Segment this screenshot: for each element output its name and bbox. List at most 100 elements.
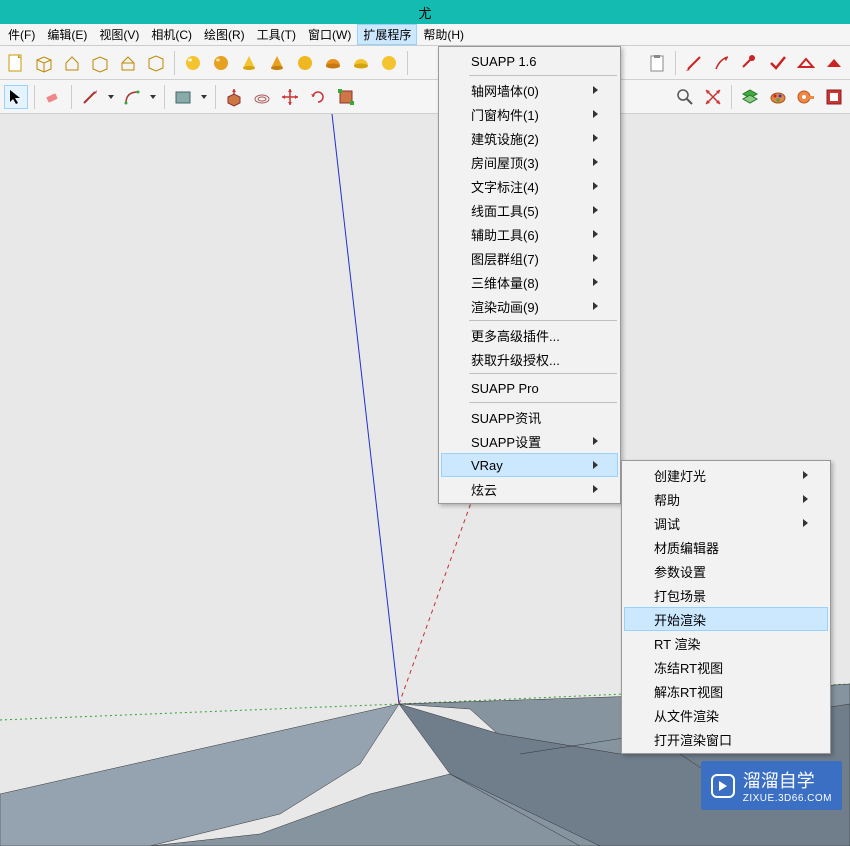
- tape-red-icon[interactable]: [738, 51, 762, 75]
- arc-icon[interactable]: [120, 85, 144, 109]
- menu-item-label: 从文件渲染: [654, 706, 719, 725]
- menu-item[interactable]: 冻结RT视图: [624, 655, 828, 679]
- menu-item[interactable]: VRay: [441, 453, 618, 477]
- clipboard-icon[interactable]: [645, 51, 669, 75]
- menu-item[interactable]: 门窗构件(1): [441, 102, 618, 126]
- dome1-icon[interactable]: [321, 51, 345, 75]
- menu-item[interactable]: 材质编辑器: [624, 535, 828, 559]
- menu-item[interactable]: 打开渲染窗口: [624, 727, 828, 751]
- menu-item-label: 获取升级授权...: [471, 350, 560, 369]
- menu-item[interactable]: 图层群组(7): [441, 246, 618, 270]
- box-icon[interactable]: [32, 51, 56, 75]
- roof2-icon[interactable]: [822, 51, 846, 75]
- zoom-extents-icon[interactable]: [701, 85, 725, 109]
- search-icon[interactable]: [673, 85, 697, 109]
- menu-item-label: 轴网墙体(0): [471, 81, 539, 100]
- submenu-arrow-icon: [593, 158, 598, 166]
- play-icon: [711, 774, 735, 798]
- paint-icon[interactable]: [766, 85, 790, 109]
- menu-item[interactable]: SUAPP资讯: [441, 405, 618, 429]
- component-icon[interactable]: [822, 85, 846, 109]
- pencil-icon[interactable]: [78, 85, 102, 109]
- menu-separator: [469, 402, 617, 403]
- dropdown-icon[interactable]: [106, 85, 116, 109]
- box3-icon[interactable]: [144, 51, 168, 75]
- pushpull-icon[interactable]: [222, 85, 246, 109]
- menu-item[interactable]: 三维体量(8): [441, 270, 618, 294]
- menu-item[interactable]: SUAPP设置: [441, 429, 618, 453]
- arrow-red-icon[interactable]: [710, 51, 734, 75]
- file-icon[interactable]: [4, 51, 28, 75]
- menu-item[interactable]: 线面工具(5): [441, 198, 618, 222]
- menu-item[interactable]: 从文件渲染: [624, 703, 828, 727]
- submenu-arrow-icon: [803, 471, 808, 479]
- menu-item[interactable]: 调试: [624, 511, 828, 535]
- dropdown-icon[interactable]: [148, 85, 158, 109]
- menu-item[interactable]: 更多高级插件...: [441, 323, 618, 347]
- menu-item[interactable]: 房间屋顶(3): [441, 150, 618, 174]
- menu-separator: [469, 75, 617, 76]
- menu-item[interactable]: RT 渲染: [624, 631, 828, 655]
- pencil-red-icon[interactable]: [682, 51, 706, 75]
- menu-item[interactable]: SUAPP 1.6: [441, 49, 618, 73]
- menu-bar: 件(F) 编辑(E) 视图(V) 相机(C) 绘图(R) 工具(T) 窗口(W)…: [0, 24, 850, 46]
- menu-file[interactable]: 件(F): [2, 24, 41, 45]
- menu-item[interactable]: 轴网墙体(0): [441, 78, 618, 102]
- sphere4-icon[interactable]: [377, 51, 401, 75]
- menu-item[interactable]: 参数设置: [624, 559, 828, 583]
- menu-item-label: 冻结RT视图: [654, 658, 723, 677]
- menu-item[interactable]: 获取升级授权...: [441, 347, 618, 371]
- menu-item-label: 线面工具(5): [471, 201, 539, 220]
- menu-item[interactable]: SUAPP Pro: [441, 376, 618, 400]
- roof1-icon[interactable]: [794, 51, 818, 75]
- menu-item[interactable]: 文字标注(4): [441, 174, 618, 198]
- rotate-icon[interactable]: [306, 85, 330, 109]
- sphere2-icon[interactable]: [209, 51, 233, 75]
- menu-item[interactable]: 炫云: [441, 477, 618, 501]
- menu-extensions[interactable]: 扩展程序: [357, 24, 417, 45]
- menu-item[interactable]: 创建灯光: [624, 463, 828, 487]
- separator: [174, 51, 175, 75]
- dome2-icon[interactable]: [349, 51, 373, 75]
- submenu-arrow-icon: [593, 254, 598, 262]
- move-icon[interactable]: [278, 85, 302, 109]
- menu-item-label: 解冻RT视图: [654, 682, 723, 701]
- offset-icon[interactable]: [250, 85, 274, 109]
- house-icon[interactable]: [60, 51, 84, 75]
- menu-item[interactable]: 渲染动画(9): [441, 294, 618, 318]
- cone1-icon[interactable]: [237, 51, 261, 75]
- scale-icon[interactable]: [334, 85, 358, 109]
- menu-window[interactable]: 窗口(W): [302, 24, 357, 45]
- separator: [164, 85, 165, 109]
- layers-icon[interactable]: [738, 85, 762, 109]
- separator: [215, 85, 216, 109]
- check-red-icon[interactable]: [766, 51, 790, 75]
- menu-draw[interactable]: 绘图(R): [198, 24, 251, 45]
- menu-item[interactable]: 辅助工具(6): [441, 222, 618, 246]
- sphere3-icon[interactable]: [293, 51, 317, 75]
- submenu-arrow-icon: [593, 437, 598, 445]
- eraser-icon[interactable]: [41, 85, 65, 109]
- menu-view[interactable]: 视图(V): [93, 24, 145, 45]
- cone2-icon[interactable]: [265, 51, 289, 75]
- menu-item-label: 炫云: [471, 480, 497, 499]
- rectangle-icon[interactable]: [171, 85, 195, 109]
- menu-item[interactable]: 建筑设施(2): [441, 126, 618, 150]
- menu-tools[interactable]: 工具(T): [251, 24, 302, 45]
- menu-help[interactable]: 帮助(H): [417, 24, 470, 45]
- menu-item[interactable]: 打包场景: [624, 583, 828, 607]
- sphere1-icon[interactable]: [181, 51, 205, 75]
- cursor-icon[interactable]: [4, 85, 28, 109]
- menu-item[interactable]: 解冻RT视图: [624, 679, 828, 703]
- box2-icon[interactable]: [88, 51, 112, 75]
- menu-item[interactable]: 开始渲染: [624, 607, 828, 631]
- house2-icon[interactable]: [116, 51, 140, 75]
- submenu-arrow-icon: [803, 495, 808, 503]
- menu-item[interactable]: 帮助: [624, 487, 828, 511]
- dropdown-icon[interactable]: [199, 85, 209, 109]
- tape-orange-icon[interactable]: [794, 85, 818, 109]
- menu-camera[interactable]: 相机(C): [145, 24, 198, 45]
- menu-separator: [469, 320, 617, 321]
- menu-item-label: 建筑设施(2): [471, 129, 539, 148]
- menu-edit[interactable]: 编辑(E): [41, 24, 93, 45]
